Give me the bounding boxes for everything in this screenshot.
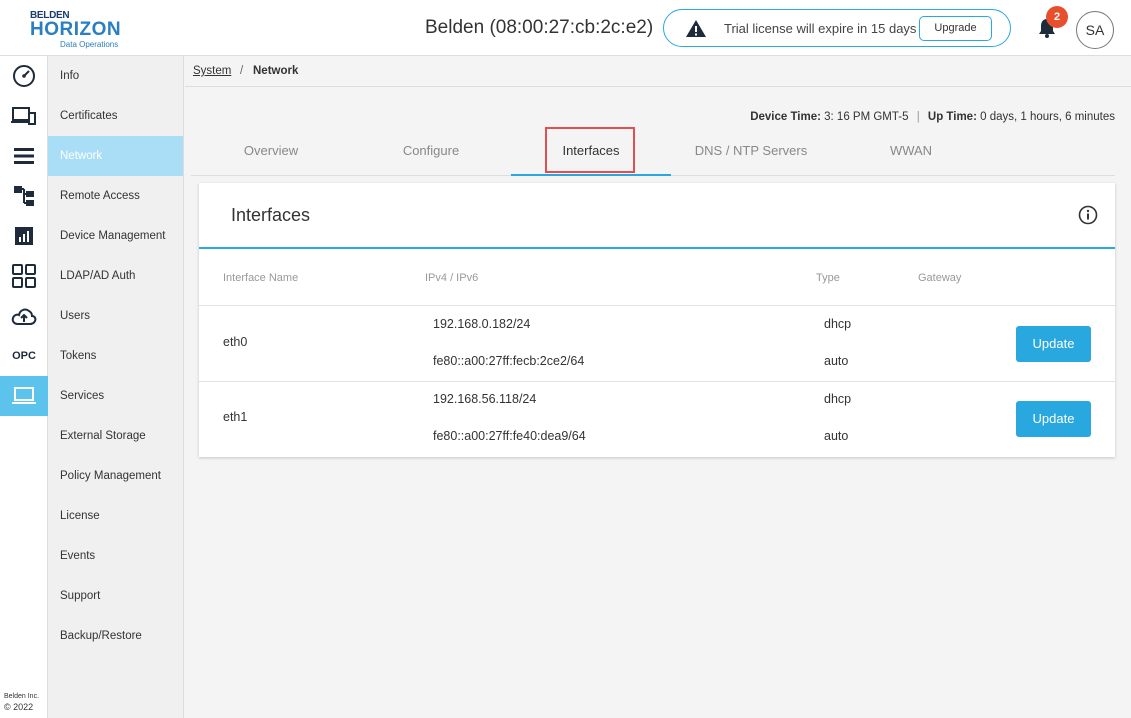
upgrade-button[interactable]: Upgrade	[919, 16, 992, 41]
logo-line-2: HORIZON	[30, 19, 122, 40]
device-title: Belden (08:00:27:cb:2c:e2)	[425, 17, 654, 38]
device-time-label: Device Time:	[750, 111, 821, 123]
footer-company: Belden Inc.	[4, 693, 40, 700]
rail-analytics[interactable]	[0, 216, 48, 256]
trial-license-banner: Trial license will expire in 15 days Upg…	[663, 9, 1011, 47]
update-eth0-button[interactable]: Update	[1016, 326, 1091, 362]
settings-sidebar: Info Certificates Network Remote Access …	[48, 56, 184, 718]
ipv4-cell: 192.168.0.182/24	[433, 317, 531, 331]
update-eth1-button[interactable]: Update	[1016, 401, 1091, 437]
rail-apps[interactable]	[0, 256, 48, 296]
type-v6-cell: auto	[824, 354, 849, 368]
main-content: System / Network Device Time: 3: 16 PM G…	[185, 56, 1131, 718]
device-time-info: Device Time: 3: 16 PM GMT-5 | Up Time: 0…	[750, 111, 1115, 123]
ipv6-cell: fe80::a00:27ff:fe40:dea9/64	[433, 429, 586, 443]
sidebar-item-certificates[interactable]: Certificates	[48, 96, 183, 136]
sidebar-item-users[interactable]: Users	[48, 296, 183, 336]
sidebar-item-external-storage[interactable]: External Storage	[48, 416, 183, 456]
info-separator: |	[916, 111, 920, 123]
sidebar-item-support[interactable]: Support	[48, 576, 183, 616]
uptime-label: Up Time:	[927, 111, 977, 123]
sidebar-item-policy-management[interactable]: Policy Management	[48, 456, 183, 496]
rail-system[interactable]	[0, 376, 48, 416]
rail-hierarchy[interactable]	[0, 176, 48, 216]
sidebar-item-backup-restore[interactable]: Backup/Restore	[48, 616, 183, 656]
notification-count-badge: 2	[1046, 6, 1068, 28]
warning-icon	[686, 20, 706, 37]
breadcrumb-separator: /	[240, 65, 244, 77]
info-icon[interactable]	[1078, 205, 1098, 225]
type-v4-cell: dhcp	[824, 392, 852, 406]
dashboard-icon	[13, 65, 35, 87]
uptime-value: 0 days, 1 hours, 6 minutes	[980, 111, 1115, 123]
logo-line-3: Data Operations	[60, 40, 119, 49]
user-avatar[interactable]: SA	[1076, 11, 1114, 49]
cloud-upload-icon	[11, 308, 37, 325]
tab-dns-ntp-servers[interactable]: DNS / NTP Servers	[671, 136, 831, 176]
breadcrumb-current: Network	[253, 65, 299, 77]
belden-horizon-logo[interactable]: BELDEN HORIZON Data Operations	[30, 10, 130, 49]
list-icon	[14, 148, 34, 164]
rail-list[interactable]	[0, 136, 48, 176]
tab-overview[interactable]: Overview	[191, 136, 351, 176]
network-tabs: Overview Configure Interfaces DNS / NTP …	[191, 136, 1115, 176]
hierarchy-icon	[14, 186, 34, 206]
rail-footer: Belden Inc. © 2022	[4, 691, 39, 713]
apps-grid-icon	[12, 264, 36, 288]
tab-configure[interactable]: Configure	[351, 136, 511, 176]
tab-interfaces[interactable]: Interfaces	[511, 136, 671, 176]
sidebar-item-info[interactable]: Info	[48, 56, 183, 96]
rail-devices[interactable]	[0, 96, 48, 136]
sidebar-item-tokens[interactable]: Tokens	[48, 336, 183, 376]
rail-cloud-upload[interactable]	[0, 296, 48, 336]
column-header-interface-name: Interface Name	[223, 272, 299, 284]
sidebar-item-events[interactable]: Events	[48, 536, 183, 576]
interface-name-cell: eth1	[223, 410, 248, 424]
sidebar-item-remote-access[interactable]: Remote Access	[48, 176, 183, 216]
analytics-icon	[15, 227, 33, 245]
sidebar-item-ldap-auth[interactable]: LDAP/AD Auth	[48, 256, 183, 296]
ipv4-cell: 192.168.56.118/24	[433, 392, 537, 406]
type-v4-cell: dhcp	[824, 317, 852, 331]
row-divider	[199, 305, 1115, 306]
column-header-ipv4-ipv6: IPv4 / IPv6	[425, 272, 479, 284]
sidebar-item-services[interactable]: Services	[48, 376, 183, 416]
interfaces-card: Interfaces Interface Name IPv4 / IPv6 Ty…	[199, 183, 1115, 457]
column-header-type: Type	[816, 272, 840, 284]
trial-license-text: Trial license will expire in 15 days	[724, 21, 917, 36]
top-header: BELDEN HORIZON Data Operations Belden (0…	[0, 0, 1131, 56]
interface-name-cell: eth0	[223, 335, 248, 349]
sidebar-item-network[interactable]: Network	[48, 136, 183, 176]
rail-dashboard[interactable]	[0, 56, 48, 96]
row-divider	[199, 381, 1115, 382]
type-v6-cell: auto	[824, 429, 849, 443]
tab-wwan[interactable]: WWAN	[831, 136, 991, 176]
sidebar-item-license[interactable]: License	[48, 496, 183, 536]
icon-rail: OPC Belden Inc. © 2022	[0, 56, 48, 718]
sidebar-item-device-management[interactable]: Device Management	[48, 216, 183, 256]
devices-icon	[11, 107, 36, 125]
footer-year: © 2022	[4, 702, 34, 712]
opc-icon: OPC	[12, 350, 36, 362]
device-time-value: 3: 16 PM GMT-5	[824, 111, 909, 123]
rail-opc[interactable]: OPC	[0, 336, 48, 376]
card-title: Interfaces	[231, 205, 311, 225]
card-title-divider	[199, 247, 1115, 249]
column-header-gateway: Gateway	[918, 272, 962, 284]
ipv6-cell: fe80::a00:27ff:fecb:2ce2/64	[433, 354, 585, 368]
breadcrumb-system-link[interactable]: System	[193, 65, 231, 77]
breadcrumb: System / Network	[185, 56, 1131, 87]
laptop-icon	[12, 387, 36, 404]
